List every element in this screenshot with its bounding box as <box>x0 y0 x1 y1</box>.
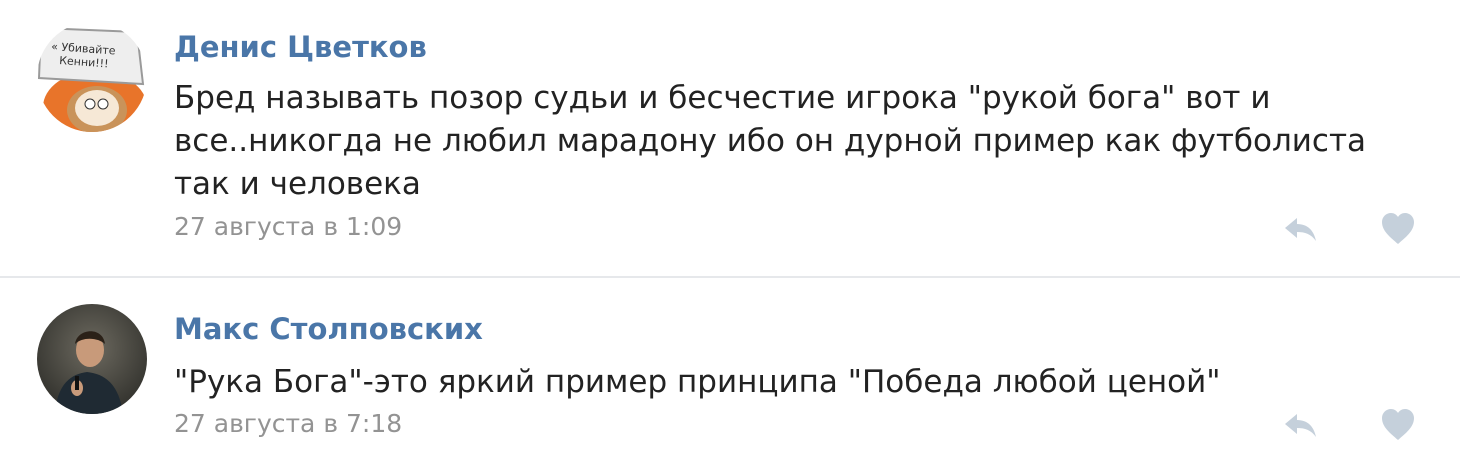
like-button[interactable] <box>1378 405 1418 445</box>
comment-text: Бред называть позор судьи и бесчестие иг… <box>174 77 1366 206</box>
comment-text: "Рука Бога"-это яркий пример принципа "П… <box>174 361 1221 404</box>
comment-date[interactable]: 27 августа в 1:09 <box>174 212 402 241</box>
reply-arrow-icon <box>1285 218 1316 241</box>
reply-button[interactable] <box>1281 209 1321 249</box>
like-button[interactable] <box>1378 209 1418 249</box>
avatar-image <box>37 304 147 414</box>
comment-item: Макс Столповских "Рука Бога"-это яркий п… <box>0 278 1460 467</box>
heart-icon <box>1382 409 1414 440</box>
reply-button[interactable] <box>1281 405 1321 445</box>
comment-text-line: Бред называть позор судьи и бесчестие иг… <box>174 80 1271 116</box>
avatar[interactable]: « Убивайте Кенни!!! <box>37 22 147 132</box>
comment-item: « Убивайте Кенни!!! Денис Цветков Бред н… <box>0 0 1460 276</box>
author-name[interactable]: Макс Столповских <box>174 312 483 346</box>
author-name[interactable]: Денис Цветков <box>174 30 427 64</box>
reply-arrow-icon <box>1285 414 1316 437</box>
avatar[interactable] <box>37 304 147 414</box>
comment-date[interactable]: 27 августа в 7:18 <box>174 409 402 438</box>
comment-text-line: так и человека <box>174 166 421 202</box>
heart-icon <box>1382 213 1414 244</box>
avatar-image: « Убивайте Кенни!!! <box>37 22 147 132</box>
comment-text-line: "Рука Бога"-это яркий пример принципа "П… <box>174 364 1221 400</box>
comment-text-line: все..никогда не любил марадону ибо он ду… <box>174 123 1367 159</box>
